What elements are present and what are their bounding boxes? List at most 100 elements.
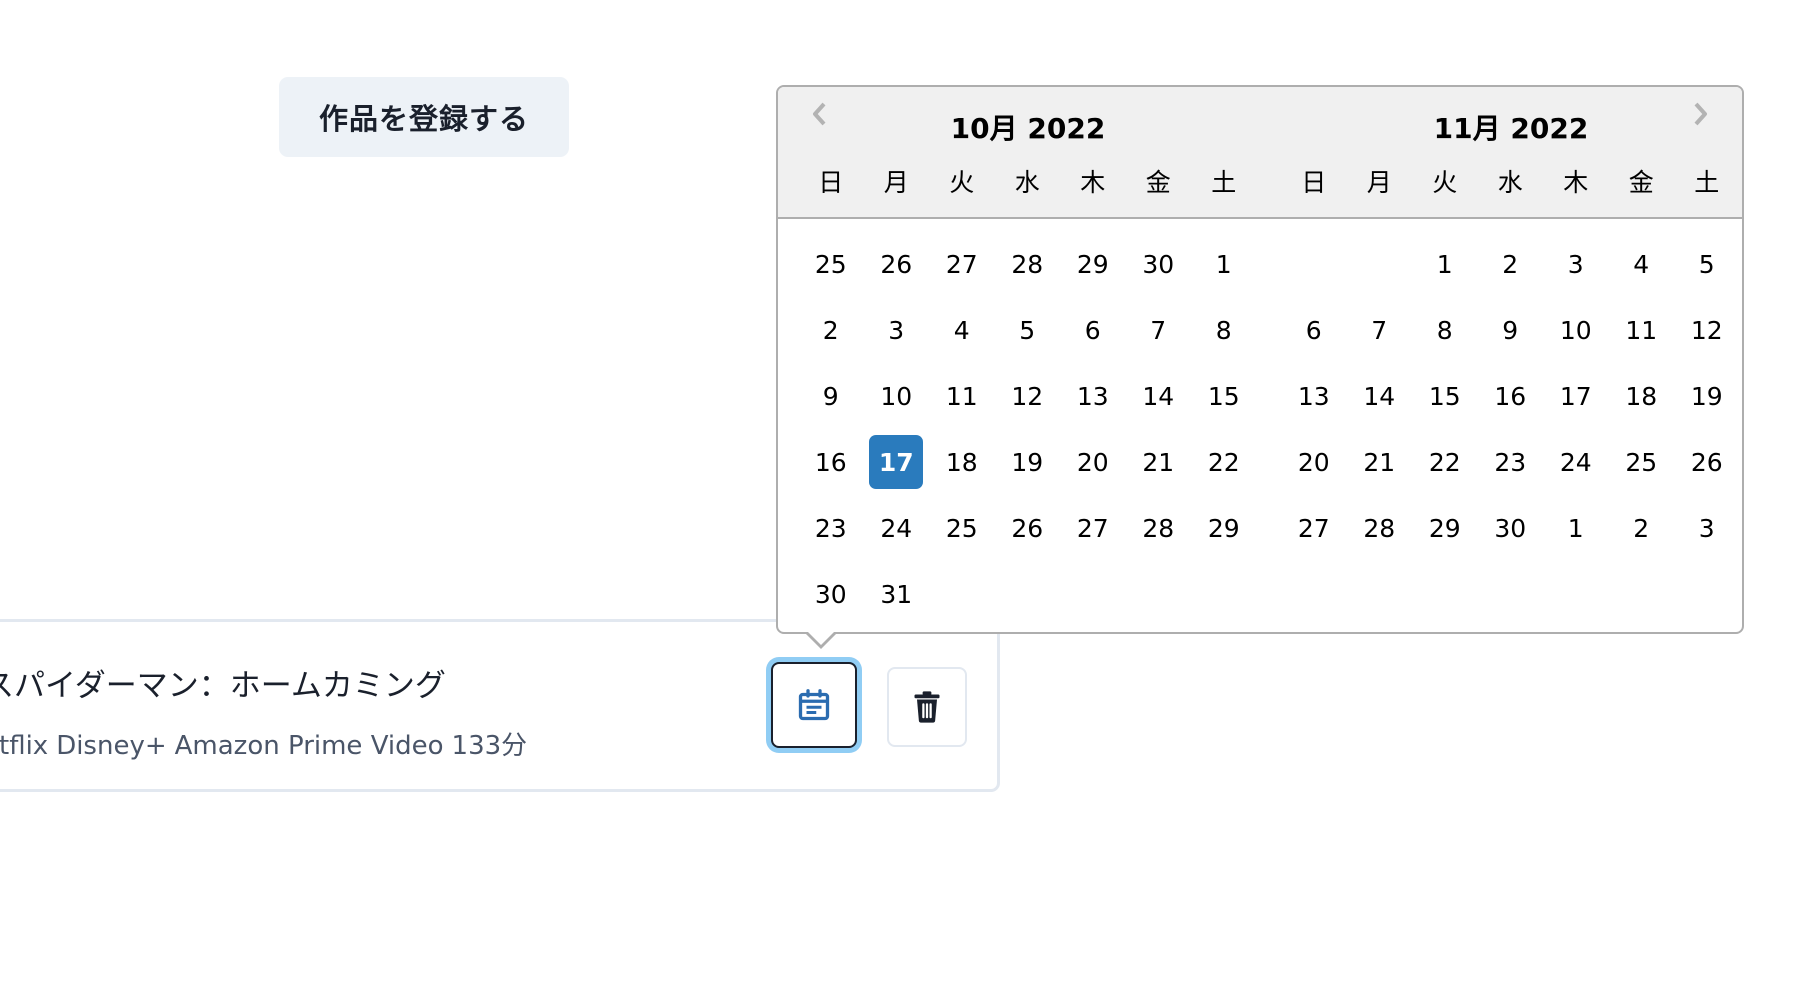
day-cell[interactable]: 17 [1549,369,1603,423]
weekday-label: 日 [1301,168,1327,197]
day-cell[interactable]: 16 [804,435,858,489]
weekday-label: 金 [1145,168,1171,197]
register-work-button[interactable]: 作品を登録する [279,77,569,157]
day-cell[interactable]: 26 [1680,435,1734,489]
work-meta: etflixDisney+Amazon Prime Video133分 [0,725,535,762]
day-cell[interactable]: 28 [1131,501,1185,555]
day-cell[interactable]: 25 [935,501,989,555]
day-cell[interactable]: 10 [1549,303,1603,357]
day-cell[interactable]: 1 [1549,501,1603,555]
day-cell[interactable]: 14 [1352,369,1406,423]
day-cell[interactable]: 15 [1418,369,1472,423]
day-cell[interactable]: 3 [1549,237,1603,291]
day-cell[interactable]: 23 [804,501,858,555]
day-cell[interactable]: 7 [1131,303,1185,357]
day-cell[interactable]: 24 [1549,435,1603,489]
day-cell[interactable]: 21 [1352,435,1406,489]
day-cell[interactable]: 5 [1680,237,1734,291]
day-cell[interactable]: 27 [1287,501,1341,555]
weekday-label: 水 [1014,168,1040,197]
selected-day-cell[interactable]: 17 [869,435,924,489]
day-cell[interactable]: 15 [1197,369,1251,423]
weekday-label: 金 [1628,168,1654,197]
day-cell[interactable]: 12 [1680,303,1734,357]
day-cell[interactable]: 24 [869,501,923,555]
weekday-label: 火 [949,168,975,197]
day-cell[interactable]: 12 [1000,369,1054,423]
day-cell[interactable]: 26 [1000,501,1054,555]
runtime-label: 133分 [451,731,528,761]
day-cell[interactable]: 30 [1483,501,1537,555]
service-label: etflix [0,731,49,761]
date-picker-popup: 10月 2022 日 月 火 水 木 金 土 25 26 27 28 29 30 1 2 3 4 5… [776,85,1744,649]
day-cell[interactable]: 10 [869,369,923,423]
day-cell[interactable]: 2 [804,303,858,357]
week-row: 30 31 [798,567,1257,621]
week-row: 27 28 29 30 1 2 3 [1281,501,1740,555]
day-cell[interactable]: 23 [1483,435,1537,489]
week-row: 25 26 27 28 29 30 1 [798,237,1257,291]
service-label: Amazon Prime Video [174,731,444,761]
day-cell[interactable]: 3 [1680,501,1734,555]
day-cell[interactable]: 30 [1131,237,1185,291]
weekday-label: 月 [883,168,909,197]
empty-day-cell [1131,567,1185,621]
day-cell[interactable]: 30 [804,567,858,621]
day-cell[interactable]: 29 [1066,237,1120,291]
empty-day-cell [935,567,989,621]
day-cell[interactable]: 6 [1287,303,1341,357]
day-cell[interactable]: 2 [1483,237,1537,291]
weekday-label: 木 [1080,168,1106,197]
weekday-label: 月 [1366,168,1392,197]
day-cell[interactable]: 20 [1066,435,1120,489]
day-cell[interactable]: 1 [1197,237,1251,291]
weekday-label: 火 [1432,168,1458,197]
week-row: 9 10 11 12 13 14 15 [798,369,1257,423]
day-cell[interactable]: 2 [1614,501,1668,555]
day-cell[interactable]: 1 [1418,237,1472,291]
day-cell[interactable]: 25 [804,237,858,291]
day-cell[interactable]: 29 [1418,501,1472,555]
week-row: 13 14 15 16 17 18 19 [1281,369,1740,423]
day-cell[interactable]: 8 [1197,303,1251,357]
day-cell[interactable]: 19 [1680,369,1734,423]
day-cell[interactable]: 29 [1197,501,1251,555]
day-cell[interactable]: 27 [935,237,989,291]
empty-day-cell [1287,237,1341,291]
day-cell[interactable]: 4 [1614,237,1668,291]
day-cell[interactable]: 13 [1066,369,1120,423]
week-row: 23 24 25 26 27 28 29 [798,501,1257,555]
day-cell[interactable]: 19 [1000,435,1054,489]
day-cell[interactable]: 31 [869,567,923,621]
day-cell[interactable]: 4 [935,303,989,357]
day-cell[interactable]: 28 [1352,501,1406,555]
day-cell[interactable]: 28 [1000,237,1054,291]
day-cell[interactable]: 13 [1287,369,1341,423]
day-cell[interactable]: 6 [1066,303,1120,357]
day-cell[interactable]: 3 [869,303,923,357]
day-cell[interactable]: 7 [1352,303,1406,357]
day-cell[interactable]: 8 [1418,303,1472,357]
day-cell[interactable]: 9 [1483,303,1537,357]
set-date-button[interactable] [771,662,857,748]
day-cell[interactable]: 26 [869,237,923,291]
day-cell[interactable]: 18 [935,435,989,489]
day-cell[interactable]: 11 [935,369,989,423]
delete-button[interactable] [887,667,967,747]
day-cell[interactable]: 27 [1066,501,1120,555]
day-cell[interactable]: 22 [1418,435,1472,489]
day-cell[interactable]: 21 [1131,435,1185,489]
day-cell[interactable]: 14 [1131,369,1185,423]
day-cell[interactable]: 20 [1287,435,1341,489]
month-title: 10月 2022 [950,112,1106,145]
empty-day-cell [1197,567,1251,621]
day-cell[interactable]: 18 [1614,369,1668,423]
week-row: 16 17 18 19 20 21 22 [798,435,1257,489]
day-cell[interactable]: 16 [1483,369,1537,423]
weekday-label: 土 [1211,168,1237,197]
day-cell[interactable]: 25 [1614,435,1668,489]
day-cell[interactable]: 22 [1197,435,1251,489]
day-cell[interactable]: 9 [804,369,858,423]
day-cell[interactable]: 11 [1614,303,1668,357]
day-cell[interactable]: 5 [1000,303,1054,357]
